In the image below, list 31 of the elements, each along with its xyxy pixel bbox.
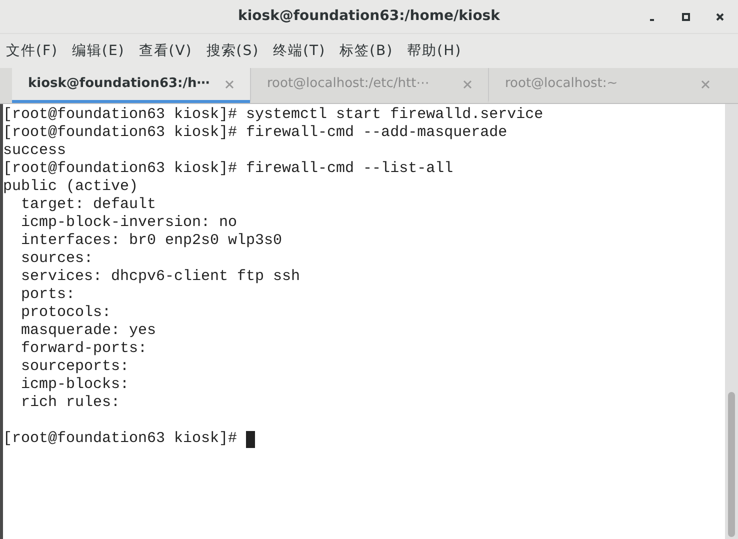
terminal-line: [root@foundation63 kiosk]# firewall-cmd --list-all <box>3 160 454 178</box>
menu-item[interactable]: 标签(B) <box>340 40 394 62</box>
menu-item[interactable]: 文件(F) <box>6 40 58 62</box>
terminal-line: ports: <box>20 286 76 304</box>
window-title: kiosk@foundation63:/home/kiosk <box>238 7 500 26</box>
terminal-line: target: default <box>20 196 156 214</box>
terminal-line: public (active) <box>3 178 138 196</box>
terminal-line: forward-ports: <box>20 340 148 358</box>
menu-item[interactable]: 编辑(E) <box>72 40 125 62</box>
terminal-line: sources: <box>20 250 94 268</box>
terminal-line: interfaces: br0 enp2s0 wlp3s0 <box>20 232 282 250</box>
terminal-line: [root@foundation63 kiosk]# systemctl start firewalld.service <box>3 106 544 124</box>
terminal-line: protocols: <box>20 304 112 322</box>
scrollbar-thumb[interactable] <box>728 392 735 537</box>
terminal-line: masquerade: yes <box>20 322 156 340</box>
terminal-line: sourceports: <box>20 358 130 376</box>
shell-prompt: [root@foundation63 kiosk]# <box>3 430 238 448</box>
terminal-line: success <box>3 142 66 160</box>
terminal-line: rich rules: <box>20 394 120 412</box>
menu-item[interactable]: 搜索(S) <box>206 40 260 62</box>
menu-item[interactable]: 终端(T) <box>273 40 326 62</box>
terminal-line: icmp-block-inversion: no <box>20 214 238 232</box>
menu-item[interactable]: 查看(V) <box>138 40 192 62</box>
maximize-icon[interactable] <box>682 13 690 21</box>
scrollbar[interactable] <box>725 104 738 539</box>
terminal-line: [root@foundation63 kiosk]# firewall-cmd --add-masquerade <box>3 124 508 142</box>
terminal-line: icmp-blocks: <box>20 376 130 394</box>
terminal-tab[interactable]: kiosk@foundation63:/h⋯ <box>12 68 250 103</box>
close-icon[interactable] <box>716 13 724 21</box>
terminal-line: services: dhcpv6-client ftp ssh <box>20 268 300 286</box>
menu-item[interactable]: 帮助(H) <box>407 40 462 62</box>
